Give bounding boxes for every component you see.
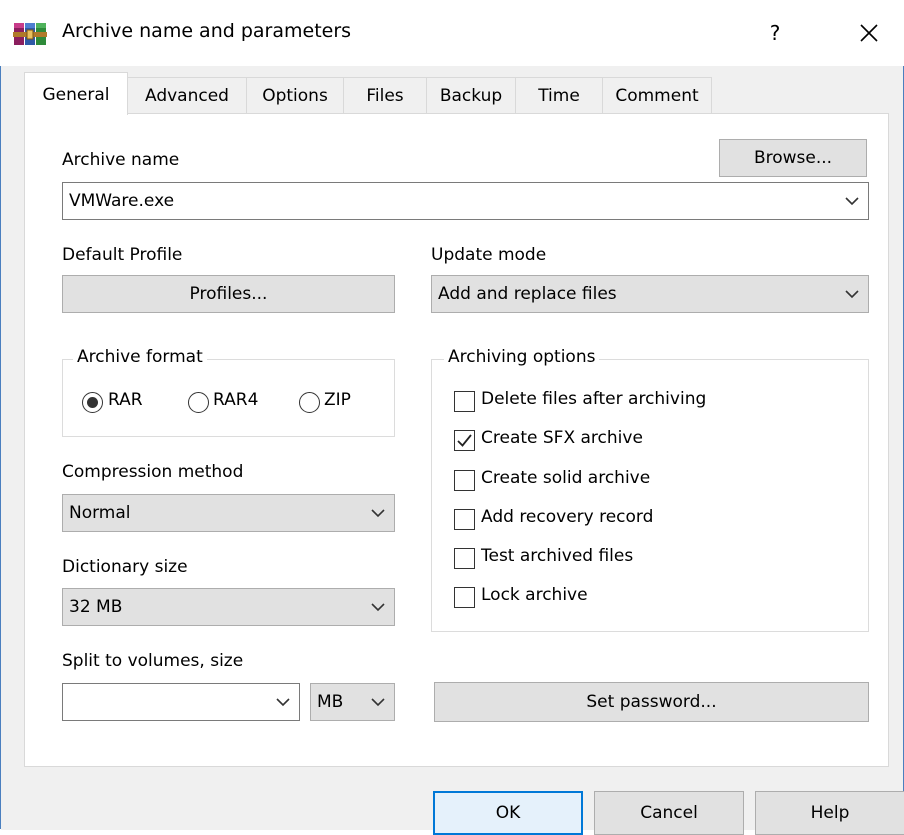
chevron-down-icon: [371, 603, 385, 612]
tab-options[interactable]: Options: [246, 77, 344, 113]
checkbox-delete-files[interactable]: [454, 391, 475, 412]
dictionary-size-select[interactable]: 32 MB: [62, 588, 395, 626]
radio-zip-label[interactable]: ZIP: [324, 390, 351, 410]
split-volumes-combo[interactable]: [62, 683, 300, 721]
ok-button[interactable]: OK: [433, 791, 583, 835]
tab-general[interactable]: General: [24, 72, 128, 115]
close-icon: [860, 24, 878, 42]
set-password-button[interactable]: Set password...: [434, 682, 869, 722]
archive-name-label: Archive name: [62, 150, 180, 170]
radio-rar4[interactable]: [188, 392, 209, 413]
default-profile-label: Default Profile: [62, 245, 183, 265]
archive-format-group: Archive format RAR RAR4 ZIP: [62, 347, 395, 437]
radio-zip[interactable]: [299, 392, 320, 413]
compression-method-label: Compression method: [62, 462, 244, 482]
checkbox-recovery-record[interactable]: [454, 509, 475, 530]
compression-method-value: Normal: [69, 503, 131, 523]
archive-name-combo[interactable]: VMWare.exe: [62, 182, 869, 220]
radio-rar-label[interactable]: RAR: [108, 390, 143, 410]
check-icon: [457, 434, 472, 447]
split-unit-value: MB: [317, 692, 344, 712]
archive-format-label: Archive format: [73, 347, 207, 367]
chevron-down-icon: [845, 290, 859, 299]
dictionary-size-label: Dictionary size: [62, 557, 188, 577]
chevron-down-icon: [371, 509, 385, 518]
archiving-options-group: Archiving options Delete files after arc…: [431, 347, 869, 632]
checkbox-test-files-label[interactable]: Test archived files: [481, 546, 633, 566]
radio-rar4-label[interactable]: RAR4: [213, 390, 258, 410]
split-volumes-label: Split to volumes, size: [62, 651, 244, 671]
update-mode-value: Add and replace files: [438, 284, 617, 304]
close-button[interactable]: [846, 12, 892, 54]
archive-name-value: VMWare.exe: [69, 191, 175, 211]
checkbox-lock-archive-label[interactable]: Lock archive: [481, 585, 588, 605]
dictionary-size-value: 32 MB: [69, 597, 123, 617]
archiving-options-label: Archiving options: [444, 347, 600, 367]
checkbox-test-files[interactable]: [454, 548, 475, 569]
browse-button[interactable]: Browse...: [719, 139, 867, 177]
profiles-button[interactable]: Profiles...: [62, 275, 395, 313]
title-help-button[interactable]: ?: [752, 12, 798, 54]
tab-files[interactable]: Files: [343, 77, 427, 113]
tab-backup[interactable]: Backup: [426, 77, 516, 113]
general-tab-panel: Archive name Browse... VMWare.exe Defaul…: [24, 113, 889, 767]
title-bar: Archive name and parameters ?: [0, 0, 904, 66]
update-mode-select[interactable]: Add and replace files: [431, 275, 869, 313]
checkbox-create-sfx[interactable]: [454, 430, 475, 451]
tab-comment[interactable]: Comment: [602, 77, 712, 113]
compression-method-select[interactable]: Normal: [62, 494, 395, 532]
chevron-down-icon: [845, 197, 859, 206]
checkbox-recovery-record-label[interactable]: Add recovery record: [481, 507, 653, 527]
update-mode-label: Update mode: [431, 245, 547, 265]
tab-time[interactable]: Time: [515, 77, 603, 113]
checkbox-lock-archive[interactable]: [454, 587, 475, 608]
checkbox-create-sfx-label[interactable]: Create SFX archive: [481, 428, 643, 448]
chevron-down-icon: [276, 698, 290, 707]
split-unit-select[interactable]: MB: [310, 683, 395, 721]
checkbox-delete-files-label[interactable]: Delete files after archiving: [481, 389, 706, 409]
cancel-button[interactable]: Cancel: [594, 791, 744, 835]
checkbox-create-solid-label[interactable]: Create solid archive: [481, 468, 650, 488]
winrar-app-icon: [13, 23, 47, 45]
window-title: Archive name and parameters: [62, 20, 352, 42]
radio-selected-dot: [87, 397, 98, 408]
tab-advanced[interactable]: Advanced: [127, 77, 247, 113]
radio-rar[interactable]: [82, 392, 103, 413]
chevron-down-icon: [371, 698, 385, 707]
help-button[interactable]: Help: [755, 791, 904, 835]
checkbox-create-solid[interactable]: [454, 470, 475, 491]
